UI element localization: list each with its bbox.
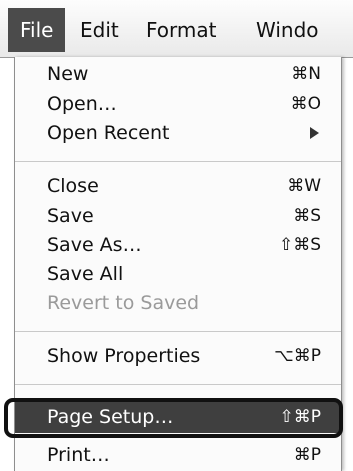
menu-item-print[interactable]: Print… ⌘P: [15, 440, 341, 470]
menu-item-label: Print…: [47, 444, 110, 466]
shortcut-label: ⌥⌘P: [274, 346, 321, 366]
menu-item-label: Close: [47, 175, 99, 197]
menu-item-save-all[interactable]: Save All: [15, 259, 341, 289]
menu-item-label: New: [47, 63, 89, 85]
shortcut-label: ⌘S: [293, 206, 321, 226]
menu-item-open[interactable]: Open… ⌘O: [15, 89, 341, 119]
shortcut-label: ⌘N: [291, 64, 321, 84]
menu-file[interactable]: File: [8, 8, 66, 52]
menu-item-label: Open…: [47, 93, 117, 115]
file-menu-dropdown: New ⌘N Open… ⌘O Open Recent Close ⌘W Sav…: [14, 57, 342, 471]
menu-item-show-properties[interactable]: Show Properties ⌥⌘P: [15, 341, 341, 371]
menu-separator: [15, 161, 341, 162]
menu-item-label: Save: [47, 205, 94, 227]
menu-separator: [15, 384, 341, 385]
menu-item-label: Save As…: [47, 234, 142, 256]
menu-bar: File Edit Format Windo: [0, 0, 353, 58]
menu-item-label: Save All: [47, 263, 124, 285]
menu-item-label: Show Properties: [47, 345, 201, 367]
menu-item-label: Open Recent: [47, 122, 170, 144]
menu-format[interactable]: Format: [146, 8, 216, 52]
shortcut-label: ⇧⌘S: [278, 235, 321, 255]
shortcut-label: ⌘O: [290, 94, 321, 114]
menu-item-save[interactable]: Save ⌘S: [15, 201, 341, 231]
shortcut-label: ⌘W: [287, 176, 321, 196]
menu-item-page-setup[interactable]: Page Setup… ⇧⌘P: [15, 401, 341, 433]
menu-edit[interactable]: Edit: [80, 8, 119, 52]
menu-item-save-as[interactable]: Save As… ⇧⌘S: [15, 230, 341, 260]
menu-item-new[interactable]: New ⌘N: [15, 59, 341, 89]
shortcut-label: ⌘P: [293, 445, 321, 465]
menu-item-close[interactable]: Close ⌘W: [15, 171, 341, 201]
menu-item-open-recent[interactable]: Open Recent: [15, 118, 341, 148]
menu-item-label: Page Setup…: [47, 406, 174, 428]
submenu-arrow-icon: [310, 118, 319, 148]
menu-separator: [15, 331, 341, 332]
shortcut-label: ⇧⌘P: [279, 407, 322, 427]
menu-item-revert-to-saved: Revert to Saved: [15, 288, 341, 318]
menu-window[interactable]: Windo: [256, 8, 319, 52]
menu-item-label: Revert to Saved: [47, 292, 200, 314]
